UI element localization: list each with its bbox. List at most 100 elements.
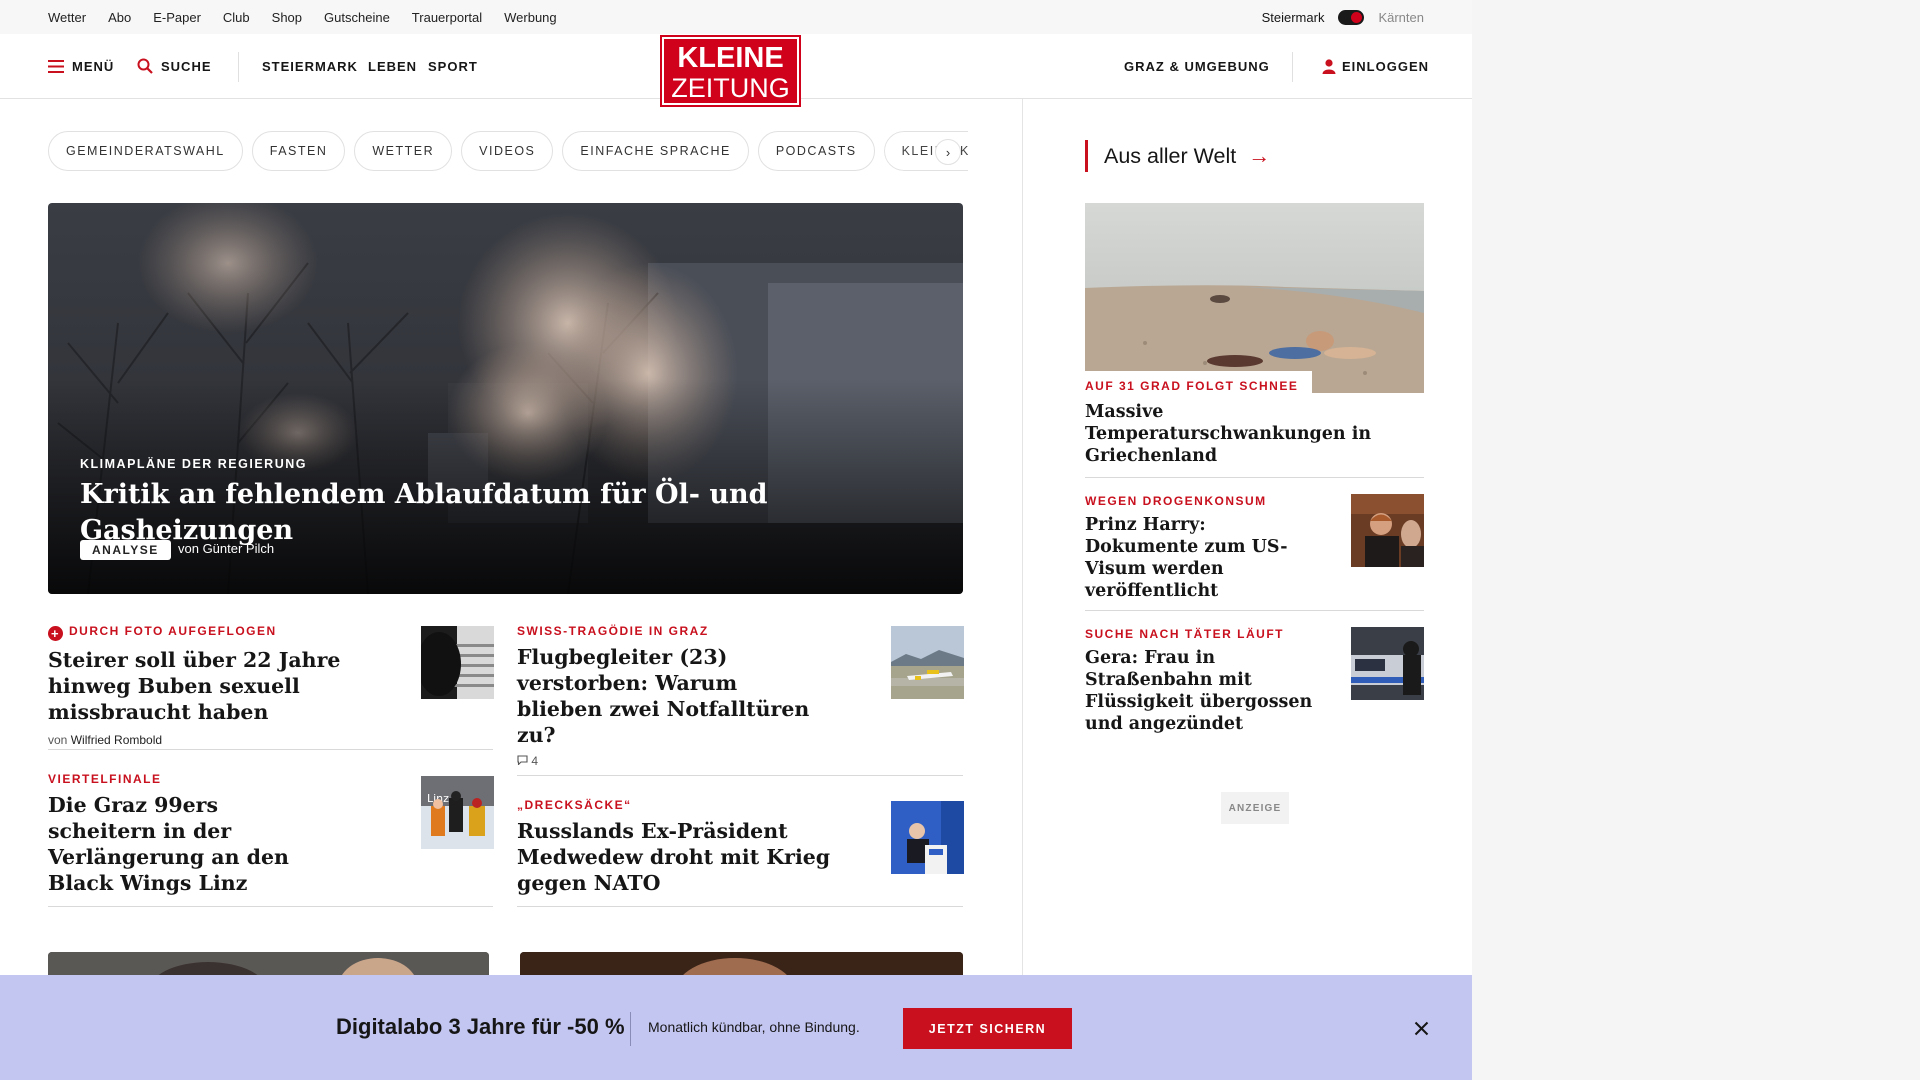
comment-icon [517,755,528,766]
thumbnail-image [1351,494,1424,567]
chevron-right-icon: › [945,144,951,160]
user-icon [1322,58,1336,74]
teaser-missbrauch[interactable]: + DURCH FOTO AUFGEFLOGEN Steirer soll übe… [48,624,398,747]
search-icon [137,58,153,74]
chip-wetter[interactable]: WETTER [354,131,453,171]
region-kaernten[interactable]: Kärnten [1378,10,1424,25]
thumbnail-image [421,626,494,699]
promo-close-button[interactable] [1408,1015,1434,1041]
arrow-right-icon: → [1248,143,1271,168]
thumb-graz99ers[interactable]: Linz A [421,776,494,849]
thumbnail-image [891,626,964,699]
hero-author: von Günter Pilch [178,541,275,556]
comment-count[interactable]: 4 [517,754,817,768]
utility-link-abo[interactable]: Abo [108,10,131,25]
analyse-badge: ANALYSE [80,540,171,560]
sidebar-kicker-1: AUF 31 GRAD FOLGT SCHNEE [1085,371,1313,395]
menu-label: MENÜ [72,58,115,74]
chip-gemeinderatswahl[interactable]: GEMEINDERATSWAHL [48,131,243,171]
teaser-kicker: + DURCH FOTO AUFGEFLOGEN [48,624,398,641]
beach-image [1085,203,1424,393]
sidebar-article-gera[interactable]: SUCHE NACH TÄTER LÄUFT Gera: Frau in Str… [1085,627,1335,735]
thumbnail-image [1351,627,1424,700]
thumb-swiss[interactable] [891,626,964,699]
promo-title: Digitalabo 3 Jahre für -50 % [336,1014,625,1039]
section-title: Aus aller Welt [1104,143,1237,168]
hero-title[interactable]: Kritik an fehlendem Ablaufdatum für Öl- … [80,477,963,549]
teaser-author: von Wilfried Rombold [48,733,163,747]
author-name[interactable]: Wilfried Rombold [71,733,162,747]
promo-banner: Digitalabo 3 Jahre für -50 % Monatlich k… [0,975,1472,1080]
teaser-swiss[interactable]: SWISS-TRAGÖDIE IN GRAZ Flugbegleiter (23… [517,624,817,768]
thumb-harry[interactable] [1351,494,1424,567]
header-divider-right [1292,52,1293,82]
thumb-gera[interactable] [1351,627,1424,700]
hero-kicker: KLIMAPLÄNE DER REGIERUNG [80,457,307,471]
page-gutter [1472,0,1920,1080]
promo-subtitle: Monatlich kündbar, ohne Bindung. [648,1019,860,1035]
chip-fasten[interactable]: FASTEN [251,131,346,171]
premium-plus-icon: + [48,626,63,641]
utility-link-gutscheine[interactable]: Gutscheine [324,10,390,25]
teaser-title[interactable]: Flugbegleiter (23) verstorben: Warum bli… [517,644,817,748]
menu-button[interactable]: MENÜ [48,34,114,98]
column-divider [1022,99,1023,979]
header-divider [238,52,239,82]
region-link-graz[interactable]: GRAZ & UMGEBUNG [1124,34,1270,98]
section-aus-aller-welt[interactable]: Aus aller Welt → [1085,140,1270,172]
hero-article[interactable]: KLIMAPLÄNE DER REGIERUNG Kritik an fehle… [48,203,963,594]
nav-leben[interactable]: LEBEN [368,34,417,98]
thumb-medwedew[interactable] [891,801,964,874]
sidebar-title-1[interactable]: Massive Temperaturschwankungen in Griech… [1085,401,1405,467]
divider [1085,477,1424,478]
divider [517,775,963,776]
utility-links: Wetter Abo E-Paper Club Shop Gutscheine … [48,0,557,34]
jetzt-sichern-button[interactable]: JETZT SICHERN [903,1008,1072,1049]
teaser-title[interactable]: Die Graz 99ers scheitern in der Verlänge… [48,792,318,896]
thumbnail-image: Linz A [421,776,494,849]
login-button[interactable]: EINLOGGEN [1322,34,1429,98]
sidebar-title-2[interactable]: Prinz Harry: Dokumente zum US-Visum werd… [1085,514,1315,602]
chip-einfache-sprache[interactable]: EINFACHE SPRACHE [562,131,749,171]
teaser-kicker: „DRECKSÄCKE“ [517,798,632,812]
chips-next-button[interactable]: › [935,139,961,165]
teaser-title[interactable]: Russlands Ex-Präsident Medwedew droht mi… [517,818,882,896]
hamburger-icon [48,59,64,73]
teaser-kicker: VIERTELFINALE [48,772,162,786]
sidebar-hero-image[interactable] [1085,203,1424,393]
search-label: SUCHE [161,58,212,74]
chip-videos[interactable]: VIDEOS [461,131,554,171]
teaser-title[interactable]: Steirer soll über 22 Jahre hinweg Buben … [48,647,398,725]
utility-link-wetter[interactable]: Wetter [48,10,86,25]
nav-steiermark[interactable]: STEIERMARK [262,34,358,98]
kleine-zeitung-logo[interactable]: KLEINE ZEITUNG [660,35,801,107]
divider [48,749,493,750]
utility-bar: Wetter Abo E-Paper Club Shop Gutscheine … [0,0,1472,34]
sidebar-article-harry[interactable]: WEGEN DROGENKONSUM Prinz Harry: Dokument… [1085,494,1315,602]
thumb-missbrauch[interactable] [421,626,494,699]
teaser-kicker-text: DURCH FOTO AUFGEFLOGEN [69,624,277,638]
ad-label: ANZEIGE [1221,792,1289,824]
divider [517,906,963,907]
sidebar-title-3[interactable]: Gera: Frau in Straßenbahn mit Flüssigkei… [1085,647,1335,735]
utility-link-trauerportal[interactable]: Trauerportal [412,10,482,25]
teaser-graz99ers[interactable]: VIERTELFINALE Die Graz 99ers scheitern i… [48,772,318,896]
utility-link-werbung[interactable]: Werbung [504,10,557,25]
utility-link-club[interactable]: Club [223,10,250,25]
sidebar-article-griechenland[interactable]: Massive Temperaturschwankungen in Griech… [1085,395,1405,467]
nav-sport[interactable]: SPORT [428,34,478,98]
region-steiermark[interactable]: Steiermark [1262,10,1325,25]
search-button[interactable]: SUCHE [137,34,212,98]
sidebar-kicker-2: WEGEN DROGENKONSUM [1085,494,1267,508]
teaser-kicker: SWISS-TRAGÖDIE IN GRAZ [517,624,709,638]
region-toggle[interactable] [1338,9,1365,25]
close-icon [1414,1021,1428,1035]
teaser-medwedew[interactable]: „DRECKSÄCKE“ Russlands Ex-Präsident Medw… [517,798,882,896]
logo-line-1: KLEINE [677,42,784,74]
logo-line-2: ZEITUNG [671,73,790,103]
utility-link-epaper[interactable]: E-Paper [153,10,201,25]
utility-link-shop[interactable]: Shop [272,10,302,25]
chip-podcasts[interactable]: PODCASTS [757,131,875,171]
sidebar-kicker-3: SUCHE NACH TÄTER LÄUFT [1085,627,1284,641]
topic-chips: GEMEINDERATSWAHL FASTEN WETTER VIDEOS EI… [48,131,968,171]
